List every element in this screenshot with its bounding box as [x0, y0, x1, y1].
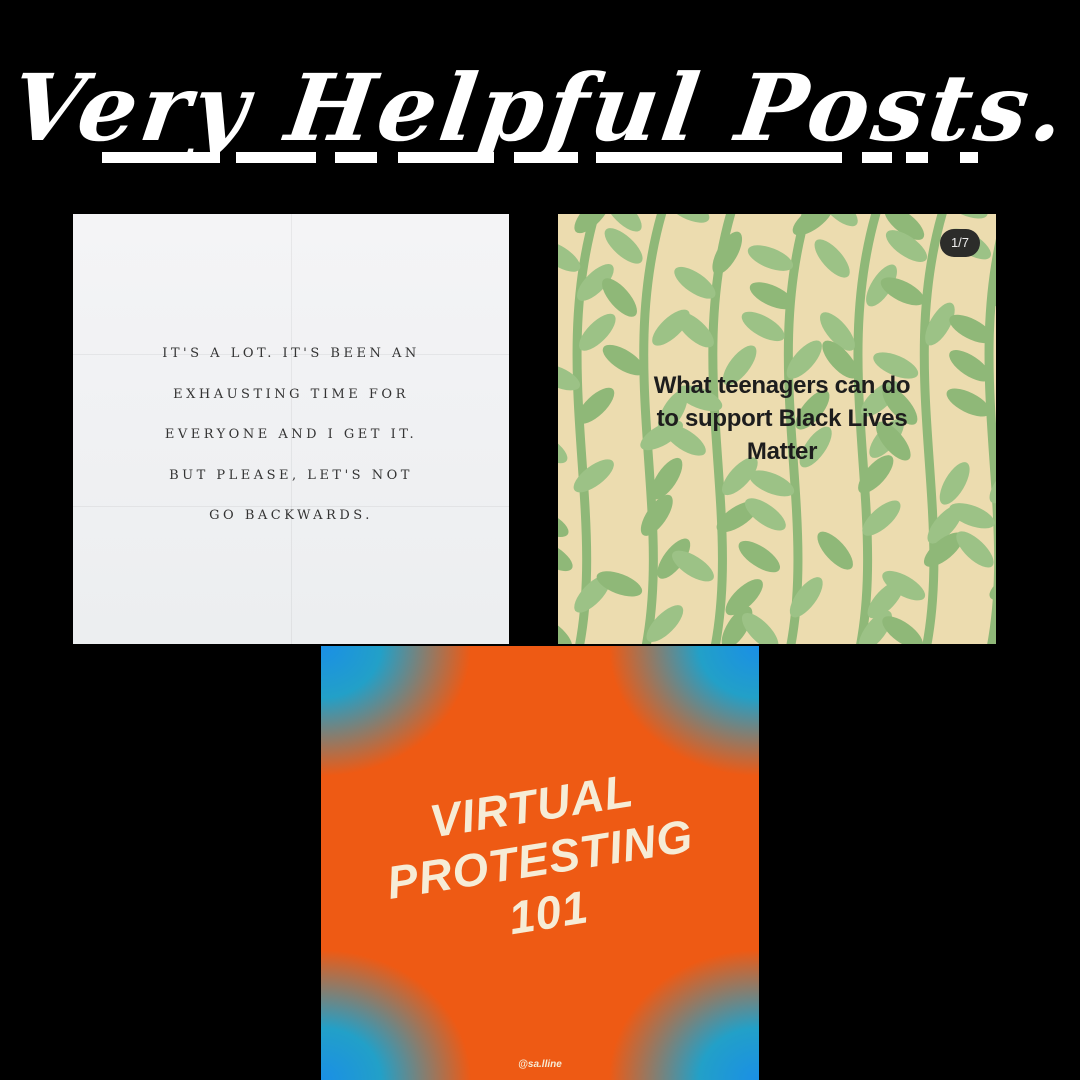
title-underline — [335, 152, 377, 163]
post-leaves[interactable]: What teenagers can do to support Black L… — [558, 214, 996, 644]
letter-line: GO BACKWARDS. — [209, 508, 373, 523]
title-underline — [906, 152, 928, 163]
post-letter[interactable]: IT'S A LOT. IT'S BEEN AN EXHAUSTING TIME… — [73, 214, 509, 644]
post-virtual-protesting[interactable]: VIRTUAL PROTESTING 101 @sa.lline — [321, 646, 759, 1080]
headline-line: Matter — [746, 438, 818, 465]
letter-line: BUT PLEASE, LET'S NOT — [169, 467, 413, 483]
leaf — [943, 214, 988, 219]
title-underline — [398, 152, 494, 163]
post-headline: VIRTUAL PROTESTING 101 — [321, 745, 759, 974]
letter-line: IT'S A LOT. IT'S BEEN AN — [162, 346, 420, 361]
leaf — [814, 239, 850, 278]
leaf — [817, 531, 853, 570]
headline-line: What teenagers can do — [653, 372, 911, 399]
leaf — [665, 214, 710, 223]
page-title: Very Helpful Posts. — [4, 54, 1076, 162]
stem — [984, 239, 996, 644]
title-underline — [102, 152, 220, 163]
leaf — [558, 431, 568, 464]
leaf — [792, 214, 834, 236]
leaf — [602, 278, 637, 317]
headline-line: to support Black Lives — [656, 405, 908, 432]
leaf — [747, 245, 794, 271]
title-underline — [514, 152, 578, 163]
author-handle: @sa.lline — [518, 1059, 562, 1070]
leaf — [558, 540, 573, 572]
leaf — [789, 577, 823, 618]
leaf — [558, 508, 569, 538]
letter-line: EVERYONE AND I GET IT. — [164, 427, 418, 442]
letter-text: IT'S A LOT. IT'S BEEN AN EXHAUSTING TIME… — [73, 334, 509, 537]
title-underline — [596, 152, 842, 163]
letter-line: EXHAUSTING TIME FOR — [173, 386, 409, 402]
carousel-count-badge: 1/7 — [940, 229, 980, 257]
title-underline — [960, 152, 978, 163]
post-headline: What teenagers can do to support Black L… — [588, 369, 976, 468]
leaf — [558, 616, 573, 644]
leaf — [741, 311, 785, 342]
title-underline — [236, 152, 316, 163]
leaf — [738, 540, 781, 573]
title-underline — [862, 152, 892, 163]
